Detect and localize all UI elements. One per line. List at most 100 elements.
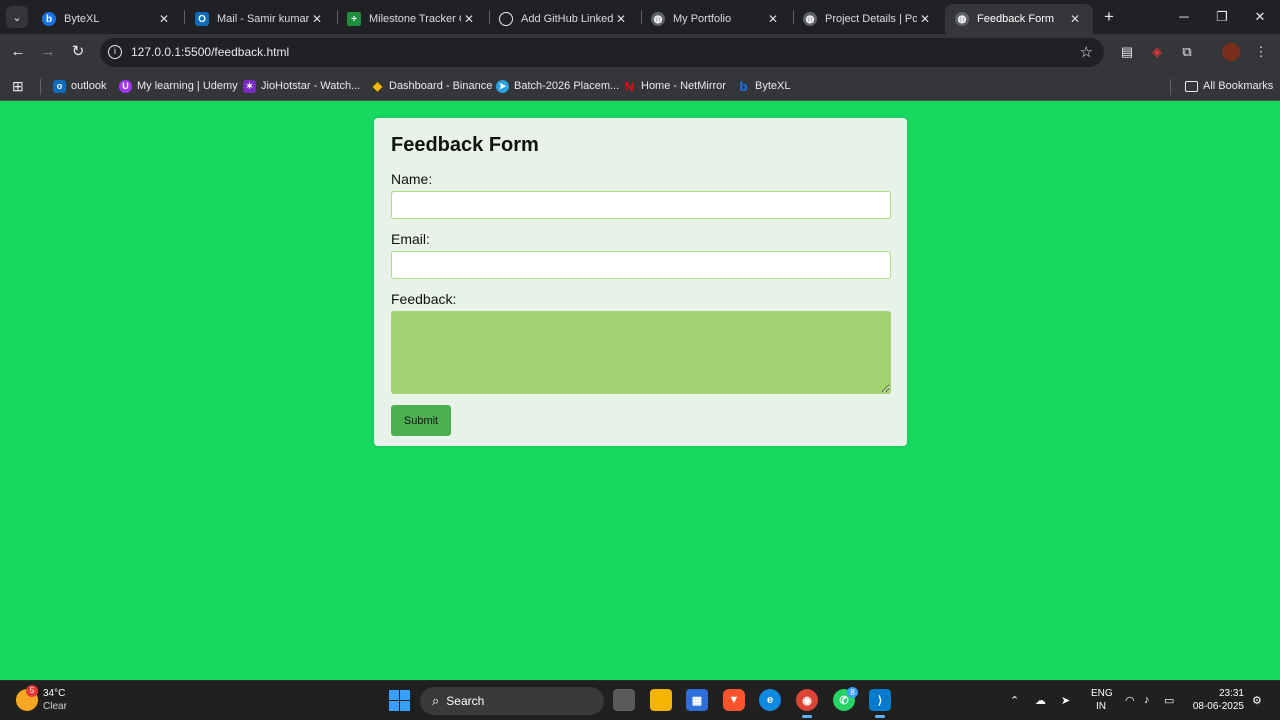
language-code[interactable]: ENG	[1091, 688, 1113, 699]
tab-group-icon[interactable]: ▤	[1118, 43, 1136, 61]
bookmark-label: outlook	[71, 80, 107, 92]
whatsapp-badge: 8	[847, 687, 858, 698]
onedrive-cloud-icon[interactable]: ☁	[1035, 694, 1046, 707]
bookmark-label: Dashboard - Binance	[389, 80, 493, 92]
chrome-browser-icon[interactable]: ◉	[796, 689, 818, 718]
close-icon[interactable]: ✕	[765, 12, 781, 26]
bookmark-batch-2026[interactable]: ➤ Batch-2026 Placem...	[496, 77, 619, 95]
openai-icon	[499, 12, 513, 26]
profile-avatar[interactable]	[1222, 43, 1240, 61]
globe-icon: ◍	[651, 12, 665, 26]
close-window-button[interactable]: ✕	[1249, 6, 1271, 28]
browser-toolbar: ← → ↻ i 127.0.0.1:5500/feedback.html ☆ ▤…	[0, 34, 1280, 71]
minimize-button[interactable]: ─	[1173, 6, 1195, 28]
task-view-icon[interactable]	[613, 689, 635, 711]
globe-icon: ◍	[955, 12, 969, 26]
bookmark-bytexl[interactable]: b ByteXL	[737, 77, 791, 95]
extensions-puzzle-icon[interactable]: ⧉	[1178, 43, 1196, 61]
clock-time[interactable]: 23:31	[1219, 688, 1244, 699]
outlook-icon: O	[195, 12, 209, 26]
edge-browser-icon[interactable]: e	[759, 689, 781, 711]
bookmark-star-icon[interactable]: ☆	[1080, 43, 1093, 61]
taskbar-search[interactable]: ⌕ Search	[420, 687, 604, 715]
new-tab-button[interactable]: +	[1099, 7, 1119, 27]
jiohotstar-icon: ✶	[243, 79, 256, 93]
close-icon[interactable]: ✕	[461, 12, 477, 26]
url-text[interactable]: 127.0.0.1:5500/feedback.html	[131, 45, 289, 59]
menu-icon[interactable]: ⋮	[1252, 43, 1270, 61]
tab-feedback-form[interactable]: ◍ Feedback Form ✕	[945, 4, 1093, 34]
tab-title: Project Details | Portf	[825, 13, 917, 25]
close-icon[interactable]: ✕	[156, 12, 172, 26]
bookmark-binance[interactable]: ◆ Dashboard - Binance	[371, 77, 492, 95]
extension-shield-icon[interactable]: ◈	[1148, 43, 1166, 61]
name-input[interactable]	[391, 191, 891, 219]
taskbar: 5 34°C Clear ⌕ Search ▦ ▼ e ◉ ✆ ⟩ ⌃ ☁ ➤ …	[0, 680, 1280, 720]
close-icon[interactable]: ✕	[309, 12, 325, 26]
email-label: Email:	[391, 231, 430, 247]
bookmark-label: JioHotstar - Watch...	[261, 80, 361, 92]
brave-browser-icon[interactable]: ▼	[723, 689, 745, 711]
form-title: Feedback Form	[391, 134, 539, 156]
address-bar[interactable]: i 127.0.0.1:5500/feedback.html ☆	[100, 38, 1104, 67]
bookmark-divider	[40, 79, 41, 95]
microsoft-store-icon[interactable]: ▦	[686, 689, 708, 711]
tab-my-portfolio[interactable]: ◍ My Portfolio ✕	[641, 4, 791, 34]
bytexl-icon: b	[42, 12, 56, 26]
tab-add-github[interactable]: Add GitHub LinkedIn ✕	[489, 4, 639, 34]
tab-title: My Portfolio	[673, 13, 732, 25]
language-region[interactable]: IN	[1091, 701, 1111, 712]
apps-grid-icon[interactable]: ⊞	[12, 77, 24, 95]
bookmark-outlook[interactable]: o outlook	[53, 77, 106, 95]
tab-title: Add GitHub LinkedIn	[521, 13, 613, 25]
show-hidden-icons[interactable]: ⌃	[1010, 694, 1019, 707]
tab-title: Milestone Tracker CU	[369, 13, 461, 25]
windows-start-icon[interactable]	[389, 690, 410, 711]
bookmark-udemy[interactable]: U My learning | Udemy	[119, 77, 238, 95]
tab-strip: ⌄ b ByteXL ✕ O Mail - Samir kumar - ✕ + …	[0, 0, 1280, 34]
tab-milestone-tracker[interactable]: + Milestone Tracker CU ✕	[337, 4, 487, 34]
weather-temperature[interactable]: 34°C	[43, 688, 65, 699]
globe-icon: ◍	[803, 12, 817, 26]
submit-button[interactable]: Submit	[391, 405, 451, 436]
feedback-form-card: Feedback Form Name: Email: Feedback: Sub…	[374, 118, 907, 446]
volume-icon[interactable]: ♪	[1144, 694, 1150, 706]
all-bookmarks[interactable]: All Bookmarks	[1185, 77, 1273, 95]
sheets-icon: +	[347, 12, 361, 26]
back-button[interactable]: ←	[7, 41, 29, 63]
telegram-icon: ➤	[496, 79, 509, 93]
battery-icon[interactable]: ▭	[1164, 694, 1174, 707]
close-icon[interactable]: ✕	[613, 12, 629, 26]
wifi-icon[interactable]: ◠	[1125, 694, 1135, 707]
weather-condition[interactable]: Clear	[43, 701, 67, 712]
binance-icon: ◆	[372, 79, 383, 93]
tab-title: Feedback Form	[977, 13, 1055, 25]
bookmark-label: ByteXL	[755, 80, 791, 92]
bookmark-label: My learning | Udemy	[137, 80, 238, 92]
tab-mail[interactable]: O Mail - Samir kumar - ✕	[185, 4, 335, 34]
tab-title: Mail - Samir kumar -	[217, 13, 309, 25]
all-bookmarks-label: All Bookmarks	[1203, 80, 1274, 92]
vscode-icon[interactable]: ⟩	[869, 689, 891, 718]
tab-title: ByteXL	[64, 13, 100, 25]
restore-button[interactable]: ❐	[1211, 6, 1233, 28]
bytexl-icon: b	[739, 78, 748, 94]
tab-project-details[interactable]: ◍ Project Details | Portf ✕	[793, 4, 943, 34]
tab-bytexl[interactable]: b ByteXL ✕	[32, 4, 182, 34]
close-icon[interactable]: ✕	[1067, 12, 1083, 26]
location-icon[interactable]: ➤	[1061, 694, 1070, 707]
reload-button[interactable]: ↻	[67, 41, 89, 63]
close-icon[interactable]: ✕	[917, 12, 933, 26]
bookmark-jiohotstar[interactable]: ✶ JioHotstar - Watch...	[243, 77, 360, 95]
email-input[interactable]	[391, 251, 891, 279]
bookmark-label: Batch-2026 Placem...	[514, 80, 620, 92]
bookmark-netmirror[interactable]: N Home - NetMirror	[623, 77, 726, 95]
forward-button[interactable]: →	[37, 41, 59, 63]
folder-icon	[1185, 80, 1198, 92]
notifications-icon[interactable]: ⚙	[1252, 694, 1262, 707]
site-info-icon[interactable]: i	[108, 45, 122, 59]
feedback-textarea[interactable]	[391, 311, 891, 394]
file-explorer-icon[interactable]	[650, 689, 672, 711]
clock-date[interactable]: 08-06-2025	[1193, 701, 1244, 712]
tab-search-button[interactable]: ⌄	[6, 6, 28, 28]
